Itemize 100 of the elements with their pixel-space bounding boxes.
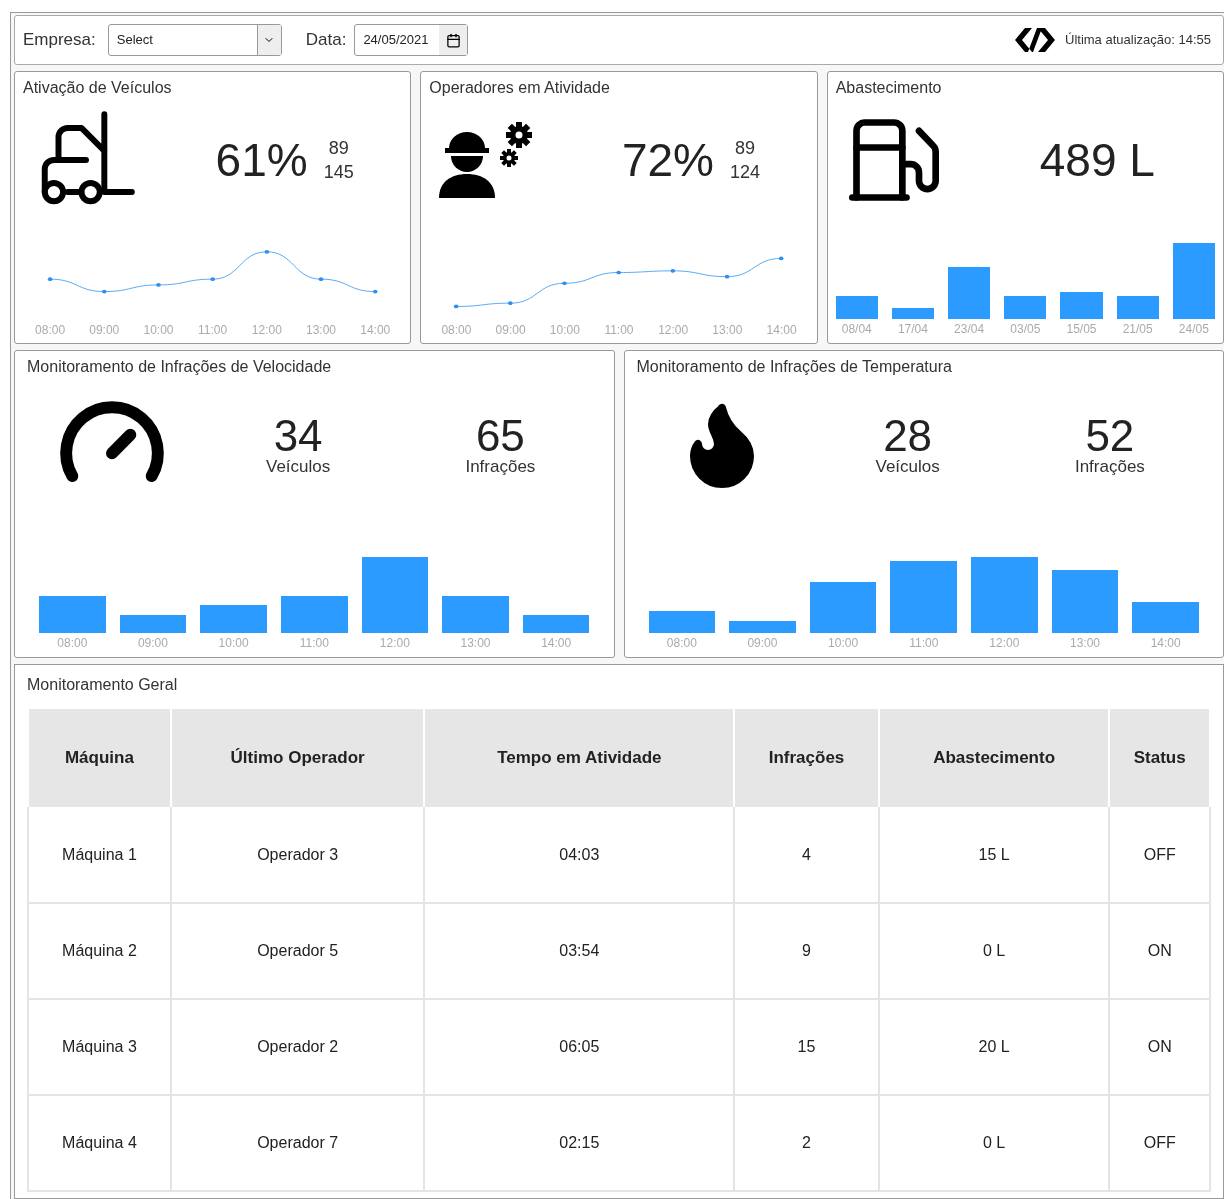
infraction-count: 52: [1085, 413, 1135, 458]
axis-label: 11:00: [298, 635, 330, 652]
chart-bar: [1060, 292, 1103, 319]
stat-total: 145: [323, 161, 354, 184]
table-cell: Operador 3: [170, 807, 425, 903]
chart-bar: [39, 596, 106, 633]
infraction-label: Infrações: [1074, 457, 1145, 475]
table-cell: 15: [734, 999, 879, 1095]
card-title: Abastecimento: [835, 78, 943, 98]
column-header: Máquina: [28, 709, 171, 807]
calendar-icon: [445, 32, 461, 48]
chart-bar: [648, 611, 716, 633]
table-cell: 15 L: [878, 807, 1110, 903]
company-label: Empresa:: [23, 29, 96, 52]
vehicle-label: Veículos: [266, 457, 331, 475]
column-header: Último Operador: [170, 709, 425, 807]
table-cell: Máquina 4: [28, 1095, 171, 1191]
stat-value: 489 L: [1039, 132, 1155, 188]
chart-bar: [1004, 296, 1047, 319]
stat-count: 89: [328, 137, 349, 160]
chart-bar: [809, 582, 877, 633]
stat-value: 72%: [621, 132, 714, 188]
last-update-text: Última atualização: 14:55: [1065, 31, 1211, 50]
chart-bar: [1116, 296, 1159, 319]
chart-bar: [280, 596, 348, 633]
chart-bar: [119, 615, 187, 633]
table-cell: Operador 5: [170, 903, 425, 999]
table-cell: 0 L: [878, 1095, 1110, 1191]
axis-label: 09:00: [494, 322, 527, 339]
axis-label: 10:00: [548, 322, 581, 339]
axis-label: 08:00: [34, 322, 67, 339]
axis-label: 10:00: [827, 635, 860, 652]
column-header: Abastecimento: [878, 709, 1110, 807]
table-cell: ON: [1109, 903, 1210, 999]
axis-label: 17/04: [896, 321, 929, 338]
axis-label: 09:00: [136, 635, 169, 652]
table-cell: 0 L: [878, 903, 1110, 999]
vehicle-count: 28: [883, 413, 933, 458]
table-cell: 9: [734, 903, 879, 999]
axis-label: 13:00: [711, 322, 744, 339]
chart-bar: [890, 561, 958, 633]
axis-label: 14:00: [1149, 635, 1182, 652]
chart-bar: [1132, 602, 1199, 633]
table-cell: 4: [734, 807, 879, 903]
panel-title: Monitoramento Geral: [27, 675, 179, 695]
axis-label: 23/04: [953, 321, 986, 338]
axis-label: 12:00: [250, 322, 283, 339]
axis-label: 12:00: [657, 322, 690, 339]
chart-bar: [442, 596, 509, 633]
axis-label: 10:00: [142, 322, 175, 339]
axis-label: 11:00: [908, 635, 940, 652]
axis-label: 09:00: [746, 635, 779, 652]
axis-label: 14:00: [765, 322, 798, 339]
axis-label: 11:00: [603, 322, 635, 339]
card-title: Monitoramento de Infrações de Velocidade: [27, 357, 333, 377]
table-cell: ON: [1109, 999, 1210, 1095]
chart-bar: [891, 308, 935, 319]
axis-label: 13:00: [1069, 635, 1102, 652]
chart-bar: [200, 605, 267, 633]
axis-label: 15/05: [1065, 321, 1098, 338]
stat-count: 89: [735, 137, 756, 160]
table-cell: 20 L: [878, 999, 1110, 1095]
axis-label: 12:00: [988, 635, 1021, 652]
card-title: Monitoramento de Infrações de Temperatura: [636, 357, 953, 377]
infraction-label: Infrações: [465, 457, 536, 475]
chart-bar: [729, 621, 796, 633]
date-field[interactable]: 24/05/2021: [354, 24, 469, 56]
table-cell: Máquina 1: [28, 807, 171, 903]
axis-label: 14:00: [359, 322, 392, 339]
table-cell: 2: [734, 1095, 879, 1191]
table-cell: 02:15: [424, 1095, 735, 1191]
axis-label: 21/05: [1121, 321, 1154, 338]
stat-value: 61%: [215, 132, 308, 188]
axis-label: 08:00: [665, 635, 698, 652]
table-cell: 06:05: [424, 999, 735, 1095]
axis-label: 09:00: [88, 322, 121, 339]
infraction-count: 65: [475, 413, 525, 458]
date-label: Data:: [305, 29, 347, 52]
axis-label: 12:00: [378, 635, 411, 652]
table-cell: Operador 2: [170, 999, 425, 1095]
chart-bar: [1051, 570, 1119, 633]
table-cell: Máquina 2: [28, 903, 171, 999]
column-header: Tempo em Atividade: [424, 709, 735, 807]
axis-label: 08:00: [440, 322, 473, 339]
axis-label: 08:00: [56, 635, 89, 652]
table-cell: 03:54: [424, 903, 735, 999]
card-title: Operadores em Atividade: [429, 78, 611, 98]
axis-label: 14:00: [540, 635, 573, 652]
column-header: Status: [1109, 709, 1210, 807]
vehicle-label: Veículos: [875, 457, 940, 475]
company-select[interactable]: Select: [107, 24, 282, 56]
axis-label: 10:00: [217, 635, 250, 652]
stat-total: 124: [730, 161, 761, 184]
axis-label: 24/05: [1177, 321, 1210, 338]
chart-bar: [948, 267, 991, 319]
axis-label: 11:00: [197, 322, 229, 339]
table-cell: Máquina 3: [28, 999, 171, 1095]
axis-label: 13:00: [459, 635, 492, 652]
axis-label: 13:00: [305, 322, 338, 339]
card-title: Ativação de Veículos: [23, 78, 173, 98]
